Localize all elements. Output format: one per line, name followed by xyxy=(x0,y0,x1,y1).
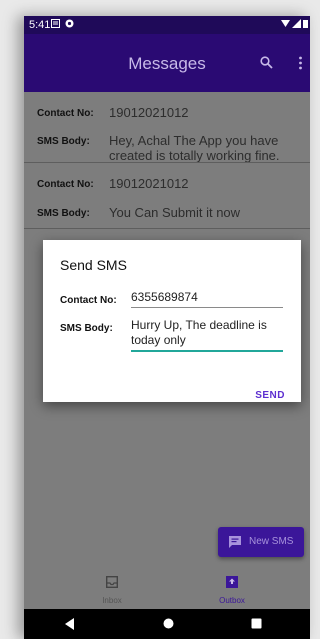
battery-icon xyxy=(303,20,308,28)
sms-body-label: SMS Body: xyxy=(37,208,90,219)
system-navigation-bar xyxy=(24,609,310,639)
contact-number-field[interactable]: 6355689874 xyxy=(131,290,283,308)
list-item[interactable]: Contact No: 19012021012 SMS Body: You Ca… xyxy=(24,163,310,228)
contact-number: 19012021012 xyxy=(109,176,189,191)
recents-icon[interactable] xyxy=(251,618,262,629)
wifi-icon xyxy=(281,20,290,27)
divider xyxy=(24,228,310,229)
sms-body-field[interactable]: Hurry Up, The deadline is today only xyxy=(131,318,283,352)
more-vert-icon[interactable] xyxy=(298,56,303,70)
sms-body-text: Hey, Achal The App you have created is t… xyxy=(109,133,280,163)
back-icon[interactable] xyxy=(65,618,75,630)
new-sms-button[interactable]: New SMS xyxy=(218,527,304,557)
tab-inbox-label: Inbox xyxy=(102,596,122,605)
send-sms-dialog: Send SMS Contact No: 6355689874 SMS Body… xyxy=(43,240,301,402)
send-button[interactable]: SEND xyxy=(255,390,285,401)
contact-label: Contact No: xyxy=(60,295,117,306)
tab-inbox[interactable]: Inbox xyxy=(62,566,162,610)
list-item[interactable]: Contact No: 19012021012 SMS Body: Hey, A… xyxy=(24,92,310,163)
app-bar: Messages xyxy=(24,34,310,92)
app-notification-icon xyxy=(65,19,74,28)
contact-number: 19012021012 xyxy=(109,105,189,120)
tab-outbox-label: Outbox xyxy=(219,596,245,605)
inbox-icon xyxy=(106,576,118,588)
outbox-icon xyxy=(226,576,238,588)
bottom-nav: Inbox Outbox xyxy=(24,566,310,610)
contact-label: Contact No: xyxy=(37,179,94,190)
status-bar: 5:41 xyxy=(24,16,310,34)
sms-body-label: SMS Body: xyxy=(37,136,90,147)
home-icon[interactable] xyxy=(163,618,174,629)
status-time: 5:41 xyxy=(29,19,51,31)
search-icon[interactable] xyxy=(260,56,273,69)
sms-body-label: SMS Body: xyxy=(60,323,113,334)
new-sms-label: New SMS xyxy=(249,536,294,547)
phone-screen: 5:41 Messages Contact No: 19012021012 SM… xyxy=(24,16,310,639)
tab-outbox[interactable]: Outbox xyxy=(182,566,282,610)
dialog-title: Send SMS xyxy=(60,257,127,273)
sms-body-text: You Can Submit it now xyxy=(109,205,241,220)
contact-label: Contact No: xyxy=(37,108,94,119)
signal-icon xyxy=(292,19,301,28)
notification-icon xyxy=(51,19,60,28)
message-icon xyxy=(229,536,241,548)
